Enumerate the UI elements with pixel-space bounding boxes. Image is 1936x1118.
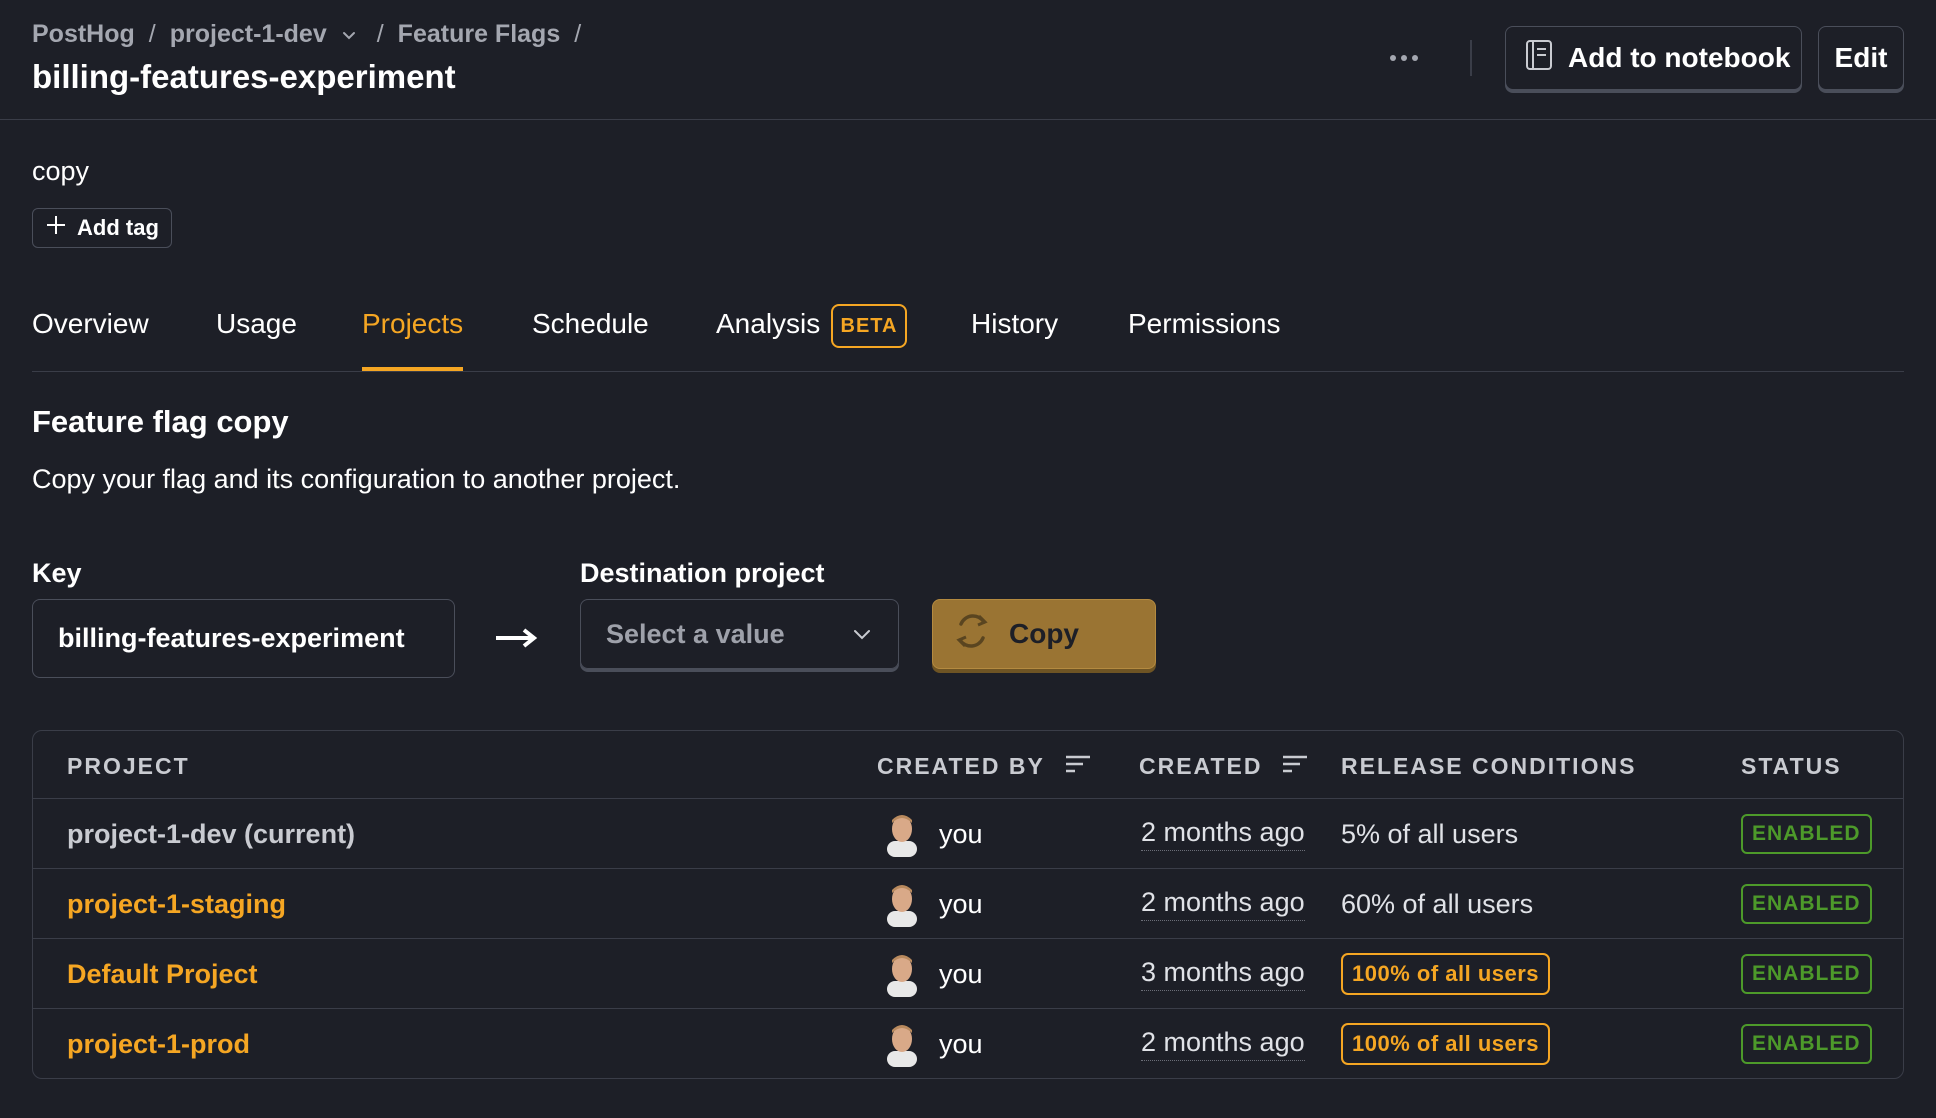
add-to-notebook-button[interactable]: Add to notebook (1505, 26, 1802, 90)
tab-history[interactable]: History (971, 308, 1058, 370)
tab-bar: Overview Usage Projects Schedule Analysi… (32, 296, 1904, 372)
breadcrumb-separator: / (376, 20, 384, 48)
add-tag-label: Add tag (77, 215, 159, 240)
destination-project-select[interactable]: Select a value (580, 599, 899, 669)
breadcrumb-feature-flags[interactable]: Feature Flags (398, 20, 561, 49)
ellipsis-icon (1389, 49, 1419, 67)
header-release-conditions: RELEASE CONDITIONS (1341, 753, 1636, 780)
release-conditions: 5% of all users (1341, 818, 1519, 849)
section-title: Feature flag copy (32, 404, 289, 439)
project-link[interactable]: project-1-prod (67, 1029, 250, 1060)
avatar (885, 951, 919, 997)
created-by: you (939, 888, 983, 919)
refresh-icon (953, 610, 991, 659)
project-name: project-1-dev (current) (67, 818, 356, 849)
add-tag-button[interactable]: Add tag (32, 208, 172, 248)
header-status-label: STATUS (1741, 753, 1842, 779)
breadcrumb-separator: / (148, 20, 156, 48)
status-badge: ENABLED (1741, 954, 1872, 994)
breadcrumb-separator: / (574, 20, 582, 48)
tab-permissions[interactable]: Permissions (1128, 308, 1280, 370)
breadcrumb-project[interactable]: project-1-dev (170, 20, 327, 49)
release-conditions: 60% of all users (1341, 888, 1534, 919)
section-description: Copy your flag and its configuration to … (32, 464, 681, 494)
created-by: you (939, 818, 983, 849)
chevron-down-icon (850, 622, 874, 653)
copy-button[interactable]: Copy (932, 599, 1156, 669)
release-conditions-badge[interactable]: 100% of all users (1341, 1023, 1551, 1065)
divider (1470, 40, 1472, 76)
header-project-label: PROJECT (67, 753, 190, 779)
destination-project-label: Destination project (580, 558, 825, 588)
header-created-by[interactable]: CREATED BY (877, 753, 1091, 780)
tab-overview[interactable]: Overview (32, 308, 149, 370)
table-header: PROJECT CREATED BY CREATED RELEASE CONDI… (33, 731, 1903, 799)
key-field[interactable]: billing-features-experiment (32, 599, 455, 678)
header-created[interactable]: CREATED (1139, 753, 1308, 780)
avatar (885, 881, 919, 927)
created-by: you (939, 1028, 983, 1059)
arrow-right-icon (494, 620, 538, 661)
status-badge: ENABLED (1741, 884, 1872, 924)
top-bar: PostHog / project-1-dev / Feature Flags … (0, 0, 1936, 120)
avatar (885, 1021, 919, 1067)
project-link[interactable]: Default Project (67, 959, 258, 990)
project-link[interactable]: project-1-staging (67, 889, 286, 920)
beta-badge: BETA (831, 304, 907, 348)
created-date: 2 months ago (1141, 817, 1305, 851)
sort-icon[interactable] (1282, 753, 1308, 780)
plus-icon (45, 214, 67, 242)
add-to-notebook-label: Add to notebook (1568, 42, 1791, 73)
table-row: project-1-dev (current) you 2 months ago… (33, 799, 1903, 869)
chevron-down-icon[interactable] (341, 27, 357, 43)
key-label: Key (32, 558, 82, 588)
sort-icon[interactable] (1065, 753, 1091, 780)
projects-table: PROJECT CREATED BY CREATED RELEASE CONDI… (32, 730, 1904, 1079)
tab-schedule[interactable]: Schedule (532, 308, 649, 370)
notebook-icon (1524, 39, 1554, 78)
table-row: Default Project you 3 months ago 100% of… (33, 939, 1903, 1009)
avatar (885, 811, 919, 857)
created-date: 2 months ago (1141, 887, 1305, 921)
breadcrumb: PostHog / project-1-dev / Feature Flags … (32, 20, 595, 49)
created-by: you (939, 958, 983, 989)
more-options-button[interactable] (1384, 40, 1424, 76)
page-title: billing-features-experiment (32, 58, 456, 95)
tab-usage[interactable]: Usage (216, 308, 297, 370)
header-project: PROJECT (67, 753, 190, 780)
edit-button[interactable]: Edit (1818, 26, 1904, 90)
breadcrumb-posthog[interactable]: PostHog (32, 20, 135, 49)
header-status: STATUS (1741, 753, 1842, 780)
header-created-label: CREATED (1139, 753, 1263, 779)
header-created-by-label: CREATED BY (877, 753, 1045, 779)
flag-description: copy (32, 156, 90, 186)
release-conditions-badge[interactable]: 100% of all users (1341, 953, 1551, 995)
table-row: project-1-prod you 2 months ago 100% of … (33, 1009, 1903, 1078)
copy-label: Copy (1009, 618, 1079, 649)
header-release-conditions-label: RELEASE CONDITIONS (1341, 753, 1637, 779)
created-date: 3 months ago (1141, 957, 1305, 991)
tab-projects[interactable]: Projects (362, 308, 464, 371)
created-date: 2 months ago (1141, 1027, 1305, 1061)
edit-label: Edit (1834, 42, 1888, 73)
tab-analysis[interactable]: Analysis (716, 308, 820, 370)
table-row: project-1-staging you 2 months ago 60% o… (33, 869, 1903, 939)
destination-placeholder: Select a value (606, 618, 785, 649)
status-badge: ENABLED (1741, 814, 1872, 854)
status-badge: ENABLED (1741, 1024, 1872, 1064)
